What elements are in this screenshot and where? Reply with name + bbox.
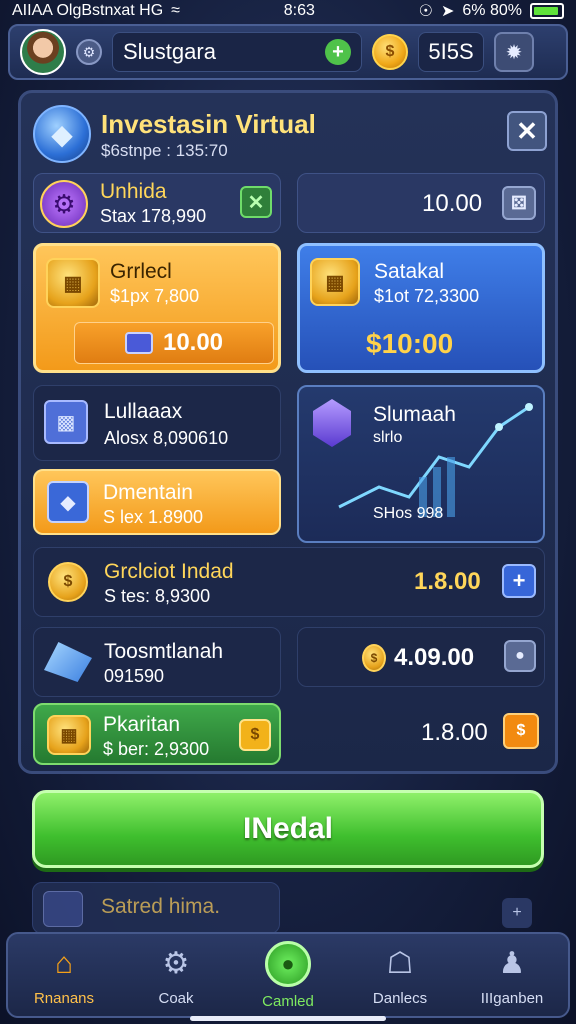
game-icon: ● <box>265 940 311 987</box>
item-value: 4.09.00 <box>394 644 475 671</box>
add-icon[interactable]: + <box>325 39 351 65</box>
item-title: Pkaritan <box>103 713 181 736</box>
item-footer: SHos 998 <box>373 505 444 522</box>
primary-action-button[interactable]: INedal <box>32 790 544 868</box>
plus-icon[interactable]: + <box>502 898 532 928</box>
player-name-field[interactable]: Slustgara + <box>112 32 362 72</box>
nav-label: Camled <box>262 992 314 1010</box>
plus-icon[interactable]: + <box>502 564 536 598</box>
item-sub: Stax 178,990 <box>100 206 207 226</box>
item-value: 10.00 <box>422 190 483 217</box>
nav-label: IIIganben <box>480 989 544 1007</box>
item-sub: $ ber: 2,9300 <box>103 739 210 759</box>
investment-panel: ◆ Investasin Virtual $6stnpe : 135:70 ✕ … <box>18 90 558 774</box>
gem-icon: ◆ <box>33 105 91 163</box>
item-card-toosmtlanah[interactable]: Toosmtlanah 091590 <box>33 627 281 697</box>
item-card-unhida[interactable]: ⚙ Unhida Stax 178,990 ✕ <box>33 173 281 233</box>
item-sub: slrlo <box>373 429 403 446</box>
chest-icon <box>124 332 153 354</box>
alarm-icon: ☉ <box>418 3 433 20</box>
shop-icon: ☖ <box>386 947 414 980</box>
gear-icon: ⚙ <box>40 180 88 228</box>
item-sub: $1px 7,800 <box>110 286 200 306</box>
item-title: Unhida <box>100 180 167 203</box>
nav-settings[interactable]: ⚙ Coak <box>120 934 232 1016</box>
home-icon: ⌂ <box>54 946 74 980</box>
status-left-text: AIIAA OlgBstnxat HG <box>12 2 164 19</box>
nav-label: Coak <box>158 989 194 1007</box>
nav-game[interactable]: ● Camled <box>232 934 344 1016</box>
coin-button-icon[interactable]: $ <box>503 713 539 749</box>
item-sub: S lex 1.8900 <box>103 507 204 527</box>
item-title: Satakal <box>374 260 445 283</box>
panel-title: Investasin Virtual <box>101 109 316 139</box>
item-title: Grclciot Indad <box>104 560 234 583</box>
status-bar: AIIAA OlgBstnxat HG ≈ 8:63 ☉ ➤ 6% 80% <box>0 0 576 22</box>
coin-icon: $ <box>362 644 386 672</box>
item-card-lullaaax[interactable]: ▩ Lullaaax Alosx 8,090610 <box>33 385 281 461</box>
location-icon: ➤ <box>441 3 455 20</box>
panel-header: ◆ Investasin Virtual $6stnpe : 135:70 ✕ <box>31 101 547 167</box>
currency-value: 5I5S <box>428 39 474 64</box>
item-value: 1.8.00 <box>414 568 481 595</box>
item-card-slumaah[interactable]: Slumaah slrlo SHos 998 <box>297 385 545 543</box>
item-card-grrlecl[interactable]: ▦ Grrlecl $1px 7,800 10.00 <box>33 243 281 373</box>
player-name: Slustgara <box>123 39 216 64</box>
currency-display: 5I5S <box>418 32 484 72</box>
pkaritan-value: 1.8.00 <box>421 719 488 746</box>
item-card-pkaritan[interactable]: ▦ Pkaritan $ ber: 2,9300 $ <box>33 703 281 765</box>
atm-icon: ▩ <box>44 400 88 444</box>
diamond-icon: ◆ <box>47 481 89 523</box>
coin-button-icon[interactable]: $ <box>239 719 271 751</box>
home-indicator <box>190 1016 386 1021</box>
avatar[interactable] <box>20 29 66 75</box>
battery-text: 6% 80% <box>462 2 522 19</box>
item-card-grclciot[interactable]: $ Grclciot Indad S tes: 8,9300 1.8.00 + <box>33 547 545 617</box>
value-card-top: 10.00 ⚄ <box>297 173 545 233</box>
close-icon[interactable]: ✕ <box>240 186 272 218</box>
nav-home[interactable]: ⌂ Rnanans <box>8 934 120 1016</box>
item-title: Grrlecl <box>110 260 172 283</box>
wifi-icon: ≈ <box>171 2 180 19</box>
gold-bars-icon: ▦ <box>46 258 100 308</box>
gold-bar-icon: ▦ <box>47 715 91 755</box>
faded-item-title: Satred hima. <box>101 895 221 918</box>
faded-item-card[interactable]: Satred hima. <box>32 882 280 934</box>
dice-icon[interactable]: ⚄ <box>502 186 536 220</box>
item-sub: 091590 <box>104 666 165 686</box>
settings-small-icon[interactable]: ⚙ <box>76 39 102 65</box>
top-bar: ⚙ Slustgara + $ 5I5S ✹ <box>8 24 568 80</box>
item-card-dmentain[interactable]: ◆ Dmentain S lex 1.8900 <box>33 469 281 535</box>
coin-icon: $ <box>372 34 408 70</box>
item-title: Slumaah <box>373 403 456 426</box>
item-title: Toosmtlanah <box>104 640 224 663</box>
item-icon <box>43 891 83 927</box>
profile-icon: ♟ <box>498 947 526 980</box>
gear-icon: ⚙ <box>162 947 190 980</box>
nav-profile[interactable]: ♟ IIIganben <box>456 934 568 1016</box>
gold-bars-icon: ▦ <box>310 258 360 306</box>
item-sub: $1ot 72,3300 <box>374 286 480 306</box>
nav-shop[interactable]: ☖ Danlecs <box>344 934 456 1016</box>
value-card-toosmtlanah: $ 4.09.00 ● <box>297 627 545 687</box>
nav-label: Rnanans <box>33 989 95 1007</box>
item-sub: Alosx 8,090610 <box>104 428 229 448</box>
menu-button[interactable]: ✹ <box>494 32 534 72</box>
item-sub: S tes: 8,9300 <box>104 586 211 606</box>
item-title: Lullaaax <box>104 400 183 423</box>
lock-icon[interactable]: ● <box>504 640 536 672</box>
buy-price: 10.00 <box>162 329 224 356</box>
buy-button[interactable]: 10.00 <box>74 322 274 364</box>
status-time: 8:63 <box>283 2 315 19</box>
close-button[interactable]: ✕ <box>507 111 547 151</box>
item-price: $10:00 <box>366 328 454 359</box>
nav-label: Danlecs <box>372 989 428 1007</box>
item-title: Dmentain <box>103 481 193 504</box>
battery-icon <box>530 3 564 19</box>
bottom-nav: ⌂ Rnanans ⚙ Coak ● Camled ☖ Danlecs ♟ II… <box>6 932 570 1018</box>
item-card-satakal[interactable]: ▦ Satakal $1ot 72,3300 $10:00 <box>297 243 545 373</box>
panel-subtitle: $6stnpe : 135:70 <box>101 141 228 160</box>
crystal-shard-icon <box>44 642 92 682</box>
coin-stack-icon: $ <box>48 562 88 602</box>
